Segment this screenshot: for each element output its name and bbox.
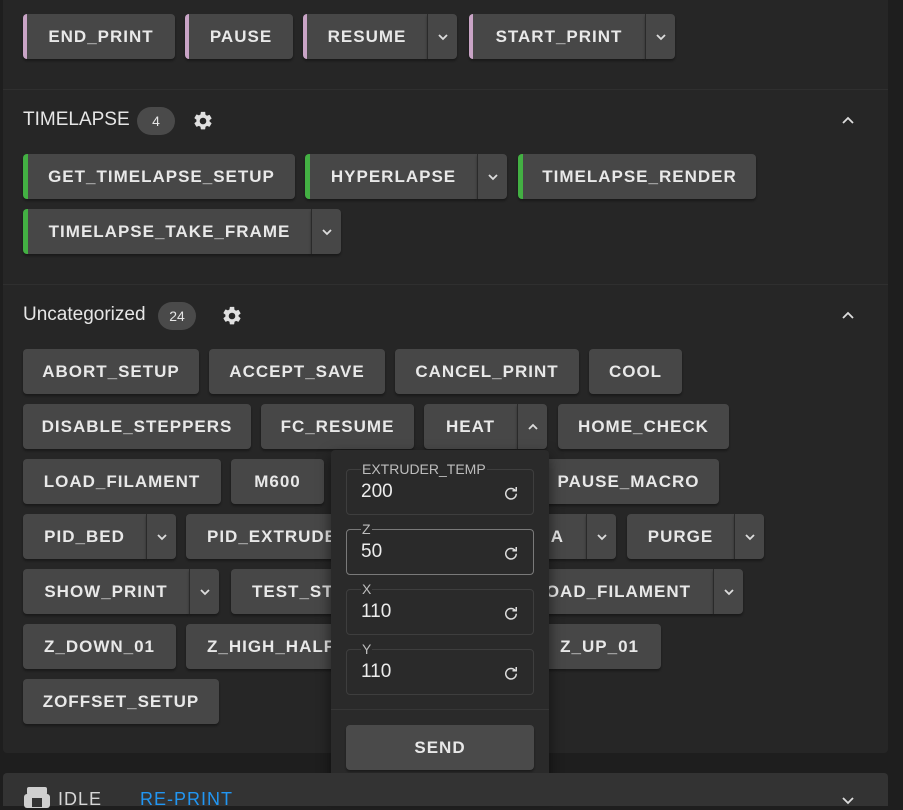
section-divider xyxy=(3,284,888,285)
field-label: X xyxy=(361,581,373,597)
extruder-temp-field[interactable]: EXTRUDER_TEMP 200 xyxy=(346,461,534,515)
start-print-button[interactable]: START_PRINT xyxy=(469,14,645,59)
timelapse-render-button[interactable]: TIMELAPSE_RENDER xyxy=(518,154,756,199)
heat-button[interactable]: HEAT xyxy=(424,404,517,449)
get-timelapse-setup-button[interactable]: GET_TIMELAPSE_SETUP xyxy=(23,154,295,199)
uncategorized-count-badge: 24 xyxy=(158,302,196,330)
z-field[interactable]: Z 50 xyxy=(346,521,534,575)
start-print-options-dropdown[interactable] xyxy=(645,14,675,59)
heat-options-dropdown[interactable] xyxy=(517,404,547,449)
field-label: Z xyxy=(361,521,372,537)
field-label: Y xyxy=(361,641,373,657)
hyperlapse-button[interactable]: HYPERLAPSE xyxy=(305,154,477,199)
chevron-up-icon xyxy=(527,423,538,430)
chevron-down-icon xyxy=(156,533,167,540)
field-value[interactable]: 200 xyxy=(361,481,393,503)
fc-resume-button[interactable]: FC_RESUME xyxy=(261,404,414,449)
timelapse-take-frame-options-dropdown[interactable] xyxy=(311,209,341,254)
chevron-down-icon xyxy=(437,33,448,40)
z-up-01-button[interactable]: Z_UP_01 xyxy=(540,624,661,669)
chevron-up-icon[interactable] xyxy=(840,113,856,129)
reset-icon[interactable] xyxy=(502,484,520,502)
show-print-options-dropdown[interactable] xyxy=(189,569,219,614)
hyperlapse-options-dropdown[interactable] xyxy=(477,154,507,199)
gear-icon[interactable] xyxy=(192,110,214,132)
gear-icon[interactable] xyxy=(221,305,243,327)
field-value[interactable]: 50 xyxy=(361,541,382,563)
chevron-down-icon xyxy=(321,228,332,235)
purge-button[interactable]: PURGE xyxy=(627,514,734,559)
printer-status: IDLE xyxy=(58,789,103,809)
chevron-down-icon xyxy=(596,533,607,540)
zoffset-setup-button[interactable]: ZOFFSET_SETUP xyxy=(23,679,219,724)
popup-divider xyxy=(331,709,549,710)
load-filament-button[interactable]: LOAD_FILAMENT xyxy=(23,459,221,504)
field-value[interactable]: 110 xyxy=(361,601,391,623)
uncategorized-section-title: Uncategorized xyxy=(23,304,146,325)
chevron-down-icon xyxy=(655,33,666,40)
macro-a-options-dropdown[interactable] xyxy=(586,514,616,559)
field-value[interactable]: 110 xyxy=(361,661,391,683)
pause-button[interactable]: PAUSE xyxy=(185,14,293,59)
timelapse-take-frame-button[interactable]: TIMELAPSE_TAKE_FRAME xyxy=(23,209,311,254)
field-label: EXTRUDER_TEMP xyxy=(361,461,487,477)
chevron-up-icon[interactable] xyxy=(840,308,856,324)
abort-setup-button[interactable]: ABORT_SETUP xyxy=(23,349,199,394)
printer-icon xyxy=(24,787,50,808)
home-check-button[interactable]: HOME_CHECK xyxy=(558,404,729,449)
cancel-print-button[interactable]: CANCEL_PRINT xyxy=(395,349,579,394)
unload-filament-options-dropdown[interactable] xyxy=(713,569,743,614)
pause-macro-button[interactable]: PAUSE_MACRO xyxy=(538,459,719,504)
accept-save-button[interactable]: ACCEPT_SAVE xyxy=(209,349,385,394)
cool-button[interactable]: COOL xyxy=(589,349,682,394)
pid-bed-options-dropdown[interactable] xyxy=(146,514,176,559)
reprint-link[interactable]: RE-PRINT xyxy=(140,789,233,810)
z-down-01-button[interactable]: Z_DOWN_01 xyxy=(23,624,176,669)
chevron-down-icon xyxy=(744,533,755,540)
disable-steppers-button[interactable]: DISABLE_STEPPERS xyxy=(23,404,251,449)
show-print-button[interactable]: SHOW_PRINT xyxy=(23,569,189,614)
chevron-down-icon xyxy=(199,588,210,595)
timelapse-count-badge: 4 xyxy=(137,107,175,135)
chevron-down-icon xyxy=(723,588,734,595)
section-divider xyxy=(3,89,888,90)
resume-options-dropdown[interactable] xyxy=(427,14,457,59)
reset-icon[interactable] xyxy=(502,544,520,562)
chevron-down-icon xyxy=(487,173,498,180)
timelapse-section-title: TIMELAPSE xyxy=(23,109,130,130)
x-field[interactable]: X 110 xyxy=(346,581,534,635)
send-button[interactable]: SEND xyxy=(346,725,534,770)
reset-icon[interactable] xyxy=(502,604,520,622)
end-print-button[interactable]: END_PRINT xyxy=(23,14,175,59)
status-card: IDLE RE-PRINT xyxy=(3,773,888,809)
m600-button[interactable]: M600 xyxy=(231,459,324,504)
reset-icon[interactable] xyxy=(502,664,520,682)
heat-params-popup: EXTRUDER_TEMP 200 Z 50 X 110 Y 110 SEND xyxy=(331,450,549,786)
purge-options-dropdown[interactable] xyxy=(734,514,764,559)
pid-bed-button[interactable]: PID_BED xyxy=(23,514,146,559)
y-field[interactable]: Y 110 xyxy=(346,641,534,695)
resume-button[interactable]: RESUME xyxy=(303,14,427,59)
